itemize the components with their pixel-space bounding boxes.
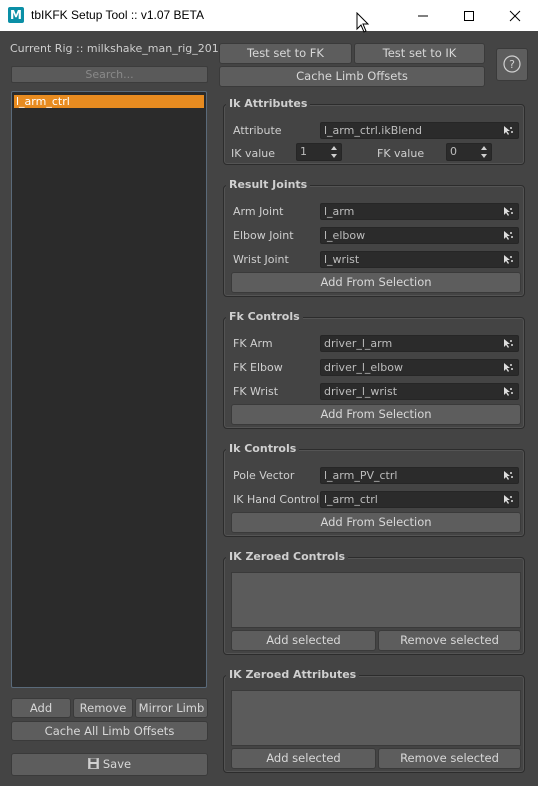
remove-button[interactable]: Remove: [73, 698, 133, 718]
ik-zeroed-attributes-list[interactable]: [231, 690, 521, 746]
fk-wrist-value: driver_l_wrist: [324, 385, 398, 398]
pick-icon[interactable]: [502, 338, 514, 349]
fk-arm-value: driver_l_arm: [324, 337, 393, 350]
fk-value-spinbox[interactable]: 0: [446, 143, 492, 161]
pick-icon[interactable]: [502, 206, 514, 217]
fk-controls-title: Fk Controls: [226, 310, 303, 323]
pick-icon[interactable]: [502, 254, 514, 265]
result-joints-add-from-selection-button[interactable]: Add From Selection: [231, 272, 521, 293]
elbow-joint-field[interactable]: l_elbow: [320, 227, 519, 244]
fk-arm-field[interactable]: driver_l_arm: [320, 335, 519, 352]
wrist-joint-value: l_wrist: [324, 253, 360, 266]
title-bar: M tbIKFK Setup Tool :: v1.07 BETA: [0, 0, 538, 33]
ik-zeroed-attributes-add-selected-button[interactable]: Add selected: [231, 748, 376, 769]
fk-controls-add-from-selection-button[interactable]: Add From Selection: [231, 404, 521, 425]
list-item[interactable]: l_arm_ctrl: [14, 95, 204, 108]
save-label: Save: [102, 757, 132, 771]
save-icon: [87, 758, 99, 769]
spin-arrows-icon[interactable]: [330, 144, 338, 160]
arm-joint-field[interactable]: l_arm: [320, 203, 519, 220]
mirror-limb-button[interactable]: Mirror Limb: [135, 698, 208, 718]
arm-joint-label: Arm Joint: [233, 205, 284, 218]
attribute-label: Attribute: [233, 124, 282, 137]
mouse-cursor-icon: [356, 12, 370, 33]
pick-icon[interactable]: [502, 470, 514, 481]
attribute-field[interactable]: l_arm_ctrl.ikBlend: [320, 122, 519, 139]
wrist-joint-label: Wrist Joint: [233, 253, 289, 266]
ik-controls-add-from-selection-button[interactable]: Add From Selection: [231, 512, 521, 533]
wrist-joint-field[interactable]: l_wrist: [320, 251, 519, 268]
pick-icon[interactable]: [502, 125, 514, 136]
result-joints-title: Result Joints: [226, 178, 311, 191]
ik-zeroed-controls-add-selected-button[interactable]: Add selected: [231, 630, 376, 651]
test-set-to-ik-button[interactable]: Test set to IK: [354, 43, 485, 64]
fk-wrist-field[interactable]: driver_l_wrist: [320, 383, 519, 400]
pick-icon[interactable]: [502, 386, 514, 397]
cache-limb-offsets-button[interactable]: Cache Limb Offsets: [219, 66, 485, 87]
fk-value: 0: [450, 145, 457, 158]
ik-value-spinbox[interactable]: 1: [296, 143, 342, 161]
fk-arm-label: FK Arm: [233, 337, 273, 350]
save-button[interactable]: Save: [11, 753, 208, 776]
ik-zeroed-controls-list[interactable]: [231, 572, 521, 628]
maximize-icon: [464, 11, 474, 21]
ik-hand-control-value: l_arm_ctrl: [324, 493, 378, 506]
ik-hand-control-field[interactable]: l_arm_ctrl: [320, 491, 519, 508]
pick-icon[interactable]: [502, 494, 514, 505]
maya-app-icon: M: [8, 7, 24, 23]
ik-hand-control-label: IK Hand Control: [233, 493, 320, 506]
close-icon: [509, 10, 521, 22]
fk-elbow-value: driver_l_elbow: [324, 361, 403, 374]
search-input[interactable]: Search...: [11, 66, 208, 83]
elbow-joint-label: Elbow Joint: [233, 229, 294, 242]
attribute-value: l_arm_ctrl.ikBlend: [324, 124, 423, 137]
current-rig-label: Current Rig :: milkshake_man_rig_2016: [10, 42, 226, 55]
test-set-to-fk-button[interactable]: Test set to FK: [219, 43, 352, 64]
minimize-button[interactable]: [400, 0, 446, 31]
ik-attributes-title: Ik Attributes: [226, 97, 311, 110]
elbow-joint-value: l_elbow: [324, 229, 366, 242]
ik-zeroed-attributes-title: IK Zeroed Attributes: [226, 668, 360, 681]
pick-icon[interactable]: [502, 230, 514, 241]
cache-all-limb-offsets-button[interactable]: Cache All Limb Offsets: [11, 721, 208, 741]
close-button[interactable]: [492, 0, 538, 31]
window-title: tbIKFK Setup Tool :: v1.07 BETA: [31, 8, 204, 22]
add-button[interactable]: Add: [11, 698, 71, 718]
help-button[interactable]: ?: [496, 48, 528, 81]
rig-list[interactable]: l_arm_ctrl: [11, 91, 207, 688]
fk-elbow-label: FK Elbow: [233, 361, 283, 374]
fk-elbow-field[interactable]: driver_l_elbow: [320, 359, 519, 376]
pole-vector-label: Pole Vector: [233, 469, 295, 482]
minimize-icon: [418, 15, 428, 17]
svg-text:?: ?: [509, 58, 515, 71]
help-icon: ?: [503, 55, 521, 73]
ik-zeroed-attributes-remove-selected-button[interactable]: Remove selected: [378, 748, 521, 769]
pole-vector-field[interactable]: l_arm_PV_ctrl: [320, 467, 519, 484]
ik-zeroed-controls-title: IK Zeroed Controls: [226, 550, 349, 563]
arm-joint-value: l_arm: [324, 205, 355, 218]
ik-value-label: IK value: [231, 147, 275, 160]
ik-value: 1: [300, 145, 307, 158]
pole-vector-value: l_arm_PV_ctrl: [324, 469, 398, 482]
ik-zeroed-controls-remove-selected-button[interactable]: Remove selected: [378, 630, 521, 651]
fk-value-label: FK value: [377, 147, 425, 160]
maximize-button[interactable]: [446, 0, 492, 31]
spin-arrows-icon[interactable]: [480, 144, 488, 160]
ik-controls-title: Ik Controls: [226, 442, 300, 455]
fk-wrist-label: FK Wrist: [233, 385, 279, 398]
pick-icon[interactable]: [502, 362, 514, 373]
